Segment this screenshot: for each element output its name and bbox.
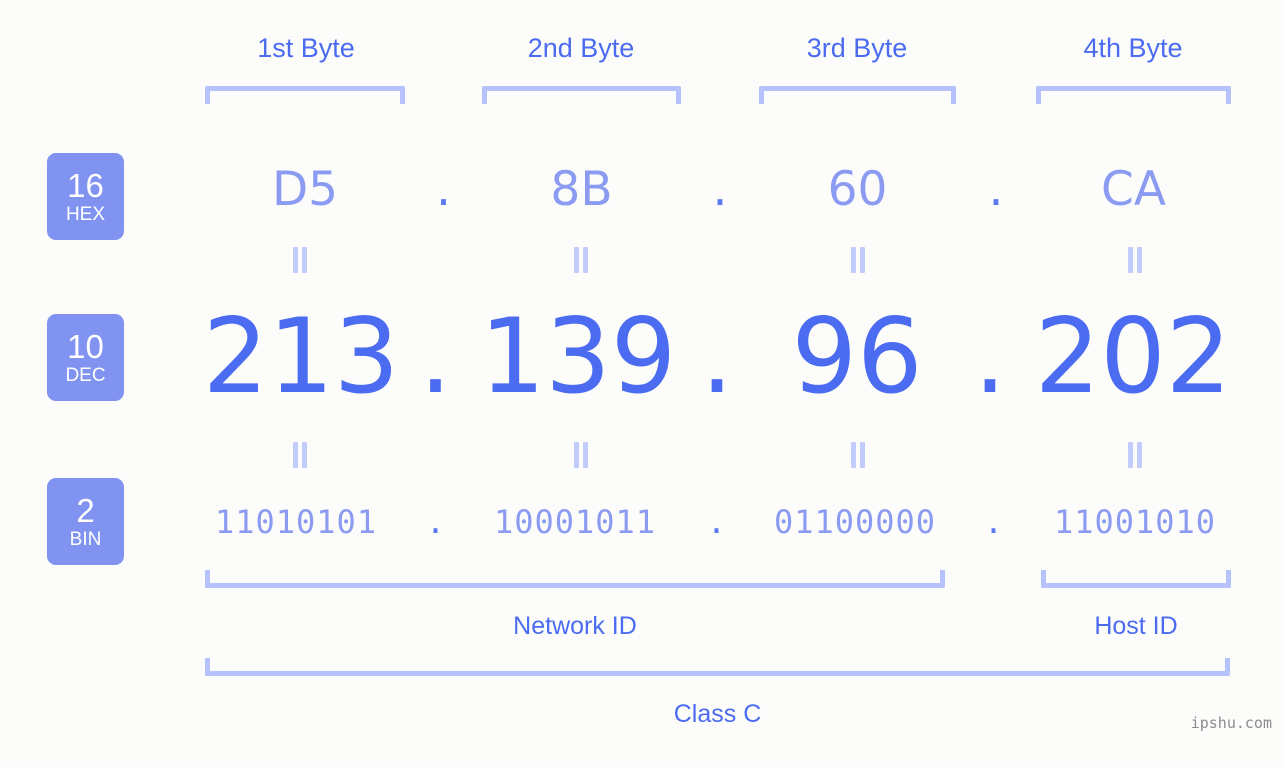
decimal-value-row: 213 . 139 . 96 . 202: [0, 296, 1285, 418]
dec-byte-3: 96: [791, 297, 923, 417]
byte-header-1: 1st Byte: [257, 33, 355, 63]
equals-dec-bin-2: [570, 442, 592, 468]
host-id-bracket: [1041, 570, 1231, 588]
byte-header-2: 2nd Byte: [527, 33, 635, 63]
site-watermark: ipshu.com: [1190, 714, 1272, 732]
hex-byte-1: D5: [271, 162, 339, 217]
byte-header-3: 3rd Byte: [806, 33, 908, 63]
equals-dec-bin-1: [289, 442, 311, 468]
host-id-label: Host ID: [1094, 612, 1178, 640]
ip-address-breakdown-diagram: 1st Byte 2nd Byte 3rd Byte 4th Byte 16 H…: [0, 0, 1285, 767]
byte-bracket-1: [205, 86, 405, 104]
network-id-bracket: [205, 570, 945, 588]
hex-separator-2: .: [712, 162, 728, 217]
network-id-label: Network ID: [513, 612, 637, 640]
bin-byte-2: 10001011: [493, 503, 657, 541]
dec-byte-1: 213: [202, 297, 400, 417]
byte-header-4: 4th Byte: [1083, 33, 1183, 63]
dec-byte-2: 139: [479, 297, 677, 417]
binary-value-row: 11010101 . 10001011 . 01100000 . 1100101…: [0, 492, 1285, 552]
class-label: Class C: [673, 700, 762, 728]
equals-hex-dec-4: [1124, 247, 1146, 273]
equals-dec-bin-4: [1124, 442, 1146, 468]
bin-separator-2: .: [706, 503, 728, 541]
class-bracket: [205, 658, 1230, 676]
hex-byte-2: 8B: [550, 162, 613, 217]
hex-byte-4: CA: [1101, 162, 1166, 217]
byte-bracket-4: [1036, 86, 1231, 104]
dec-separator-2: .: [700, 297, 734, 417]
hex-value-row: D5 . 8B . 60 . CA: [0, 150, 1285, 230]
dec-byte-4: 202: [1034, 297, 1232, 417]
hex-separator-1: .: [436, 162, 451, 217]
hex-byte-3: 60: [827, 162, 888, 217]
equals-dec-bin-3: [847, 442, 869, 468]
dec-separator-3: .: [973, 297, 1007, 417]
bin-byte-1: 11010101: [214, 503, 378, 541]
byte-bracket-3: [759, 86, 956, 104]
bin-byte-3: 01100000: [773, 503, 937, 541]
dec-separator-1: .: [419, 297, 452, 417]
hex-separator-3: .: [988, 162, 1004, 217]
bin-byte-4: 11001010: [1053, 503, 1217, 541]
equals-hex-dec-1: [289, 247, 311, 273]
bin-separator-1: .: [425, 503, 447, 541]
equals-hex-dec-2: [570, 247, 592, 273]
byte-bracket-2: [482, 86, 681, 104]
equals-hex-dec-3: [847, 247, 869, 273]
bin-separator-3: .: [983, 503, 1005, 541]
